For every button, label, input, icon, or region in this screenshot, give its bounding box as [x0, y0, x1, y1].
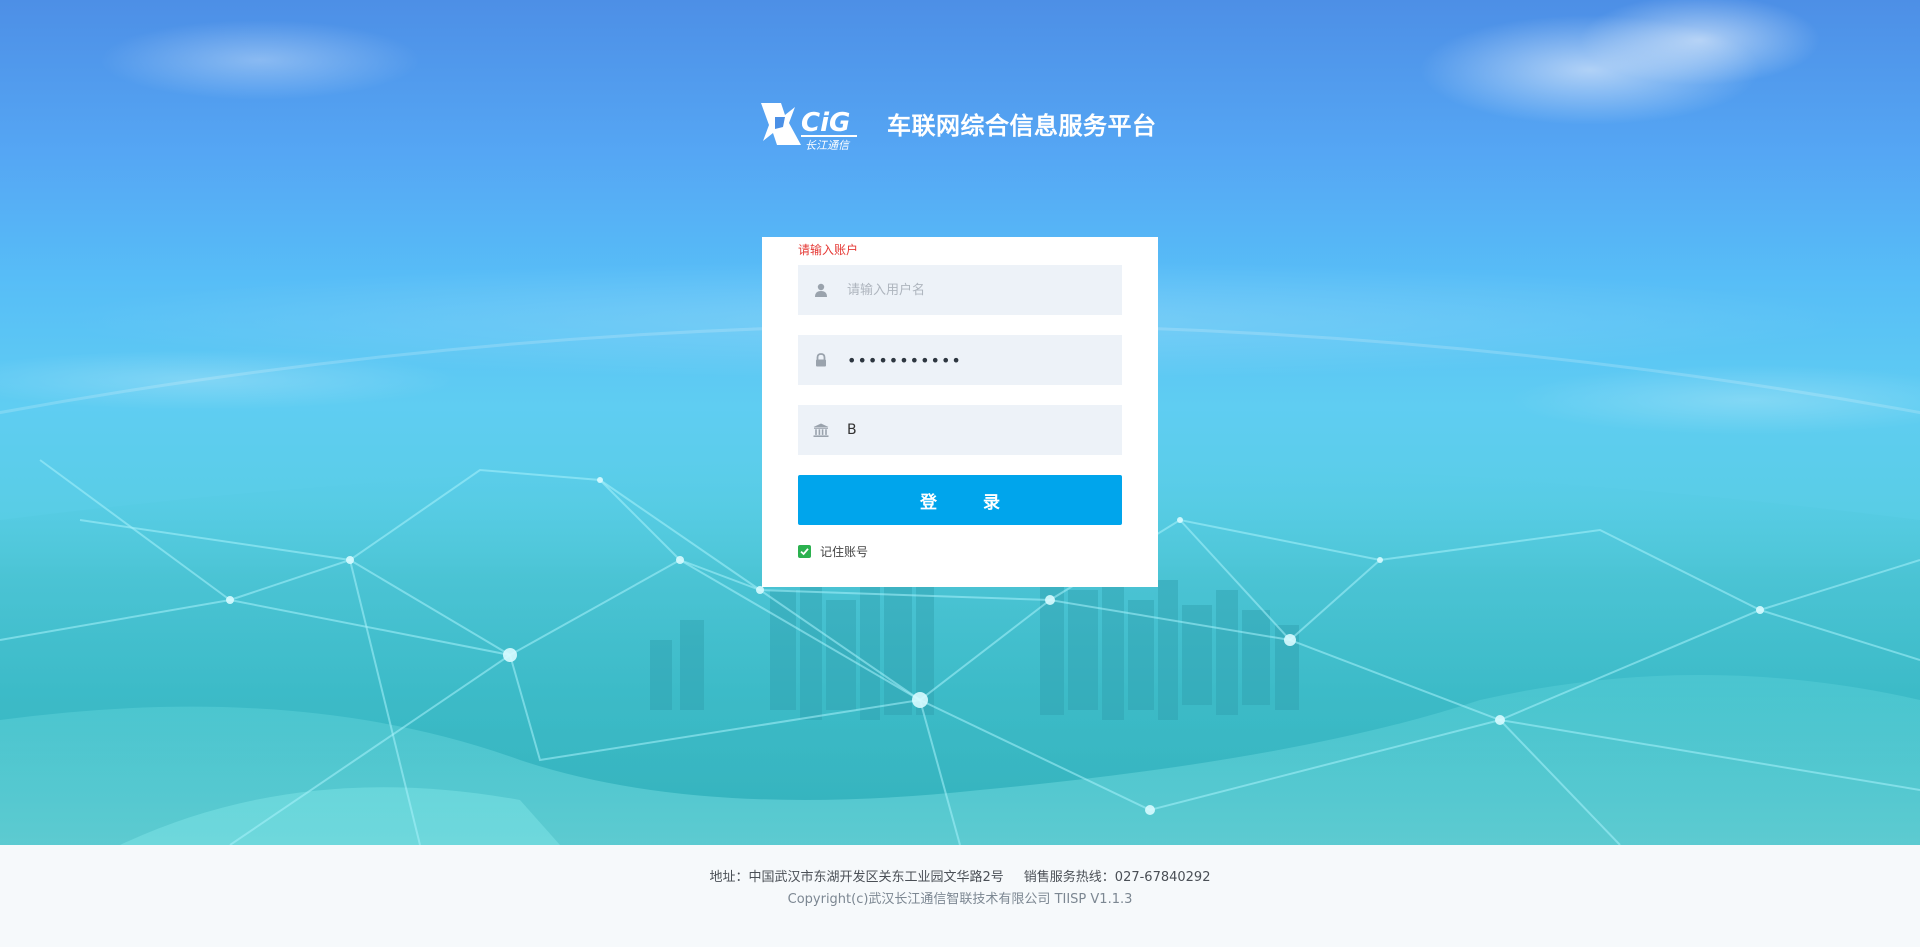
error-message: 请输入账户: [798, 243, 859, 257]
svg-text:长江通信: 长江通信: [805, 139, 851, 152]
login-page: CiG 长江通信 车联网综合信息服务平台 请输入账户 请输入用户名 B 登 录 …: [0, 0, 1920, 947]
bank-icon: [813, 422, 829, 438]
platform-title: 车联网综合信息服务平台: [887, 111, 1157, 140]
remember-checkbox[interactable]: [798, 545, 811, 558]
organization-input[interactable]: [847, 406, 1117, 454]
footer-hotline: 销售服务热线：027-67840292: [1023, 870, 1211, 885]
username-input[interactable]: [847, 266, 1117, 314]
organization-field[interactable]: [798, 405, 1122, 455]
footer-copyright: Copyright(c)武汉长江通信智联技术有限公司 TIISP V1.1.3: [787, 892, 1133, 907]
brand-header: CiG 长江通信 车联网综合信息服务平台: [755, 93, 1157, 153]
user-icon: [813, 282, 829, 298]
username-field[interactable]: [798, 265, 1122, 315]
login-button[interactable]: 登 录: [798, 475, 1122, 525]
footer: 地址：中国武汉市东湖开发区关东工业园文华路2号 销售服务热线：027-678402…: [0, 845, 1920, 947]
login-card: 请输入账户 请输入用户名 B 登 录 记住账号: [762, 237, 1158, 587]
footer-address: 地址：中国武汉市东湖开发区关东工业园文华路2号: [709, 870, 1004, 885]
svg-text:CiG: CiG: [801, 108, 850, 138]
company-logo: CiG 长江通信: [761, 103, 857, 152]
checkmark-icon: [800, 548, 809, 556]
lock-icon: [813, 352, 829, 368]
remember-account[interactable]: 记住账号: [798, 543, 868, 560]
footer-contact: 地址：中国武汉市东湖开发区关东工业园文华路2号 销售服务热线：027-678402…: [0, 866, 1920, 885]
remember-label: 记住账号: [820, 545, 869, 559]
password-field[interactable]: [798, 335, 1122, 385]
password-input[interactable]: [847, 336, 1117, 384]
